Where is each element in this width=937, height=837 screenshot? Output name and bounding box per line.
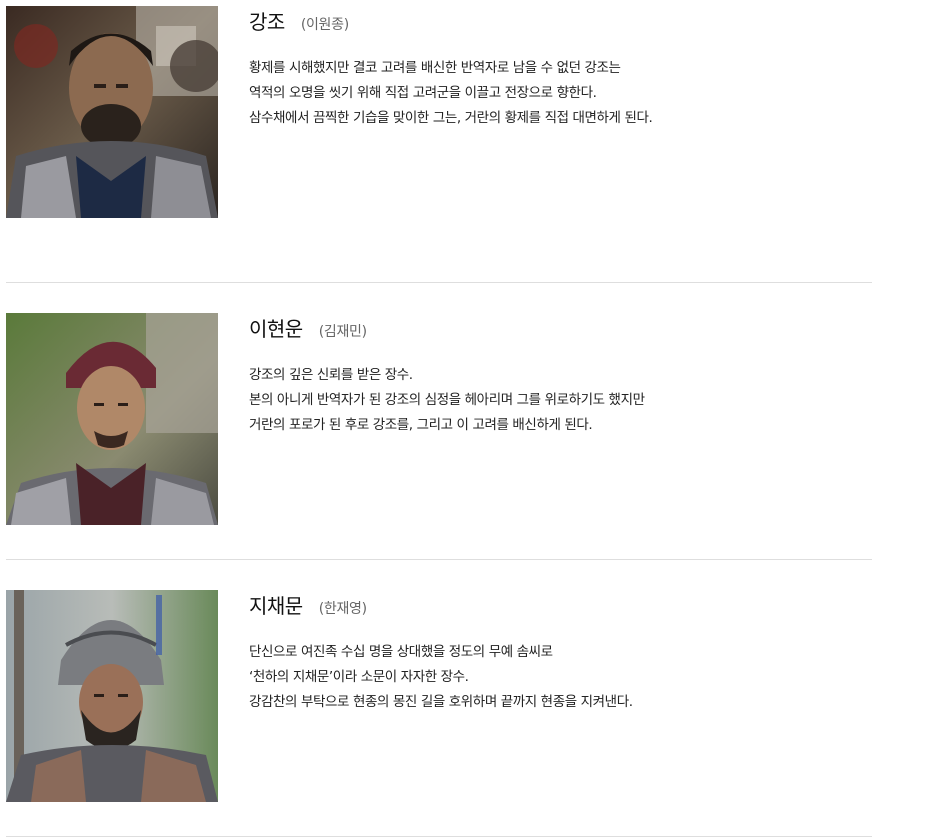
portrait-jichaemun (6, 590, 218, 802)
cast-info-ihyeonun: 이현운 (김재민) 강조의 깊은 신뢰를 받은 장수. 본의 아니게 반역자가 … (249, 313, 872, 438)
name-row: 강조 (이원종) (249, 6, 872, 36)
description-line: 본의 아니게 반역자가 된 강조의 심정을 헤아리며 그를 위로하기도 했지만 (249, 392, 645, 408)
character-name: 지채문 (249, 594, 303, 618)
cast-info-jichaemun: 지채문 (한재영) 단신으로 여진족 수십 명을 상대했을 정도의 무예 솜씨로… (249, 590, 872, 715)
name-row: 지채문 (한재영) (249, 590, 872, 620)
portrait-ihyeonun (6, 313, 218, 525)
character-description: 강조의 깊은 신뢰를 받은 장수. 본의 아니게 반역자가 된 강조의 심정을 … (249, 363, 872, 438)
character-name: 강조 (249, 10, 285, 34)
character-name: 이현운 (249, 317, 303, 341)
description-line: 거란의 포로가 된 후로 강조를, 그리고 이 고려를 배신하게 된다. (249, 417, 593, 433)
actor-name: (이원종) (300, 17, 349, 33)
description-line: 단신으로 여진족 수십 명을 상대했을 정도의 무예 솜씨로 (249, 644, 553, 660)
character-description: 황제를 시해했지만 결코 고려를 배신한 반역자로 남을 수 없던 강조는 역적… (249, 56, 872, 131)
actor-name: (김재민) (318, 324, 367, 340)
cast-item-ihyeonun: 이현운 (김재민) 강조의 깊은 신뢰를 받은 장수. 본의 아니게 반역자가 … (6, 283, 872, 560)
description-line: 삼수채에서 끔찍한 기습을 맞이한 그는, 거란의 황제를 직접 대면하게 된다… (249, 110, 653, 126)
description-line: 황제를 시해했지만 결코 고려를 배신한 반역자로 남을 수 없던 강조는 (249, 60, 621, 76)
description-line: ‘천하의 지채문’이라 소문이 자자한 장수. (249, 669, 469, 685)
cast-list: 강조 (이원종) 황제를 시해했지만 결코 고려를 배신한 반역자로 남을 수 … (6, 6, 872, 837)
cast-item-gangjo: 강조 (이원종) 황제를 시해했지만 결코 고려를 배신한 반역자로 남을 수 … (6, 6, 872, 283)
name-row: 이현운 (김재민) (249, 313, 872, 343)
cast-item-jichaemun: 지채문 (한재영) 단신으로 여진족 수십 명을 상대했을 정도의 무예 솜씨로… (6, 560, 872, 837)
description-line: 강감찬의 부탁으로 현종의 몽진 길을 호위하며 끝까지 현종을 지켜낸다. (249, 694, 633, 710)
actor-name: (한재영) (318, 601, 367, 617)
portrait-gangjo (6, 6, 218, 218)
cast-info-gangjo: 강조 (이원종) 황제를 시해했지만 결코 고려를 배신한 반역자로 남을 수 … (249, 6, 872, 131)
description-line: 역적의 오명을 씻기 위해 직접 고려군을 이끌고 전장으로 향한다. (249, 85, 597, 101)
character-description: 단신으로 여진족 수십 명을 상대했을 정도의 무예 솜씨로 ‘천하의 지채문’… (249, 640, 872, 715)
description-line: 강조의 깊은 신뢰를 받은 장수. (249, 367, 413, 383)
